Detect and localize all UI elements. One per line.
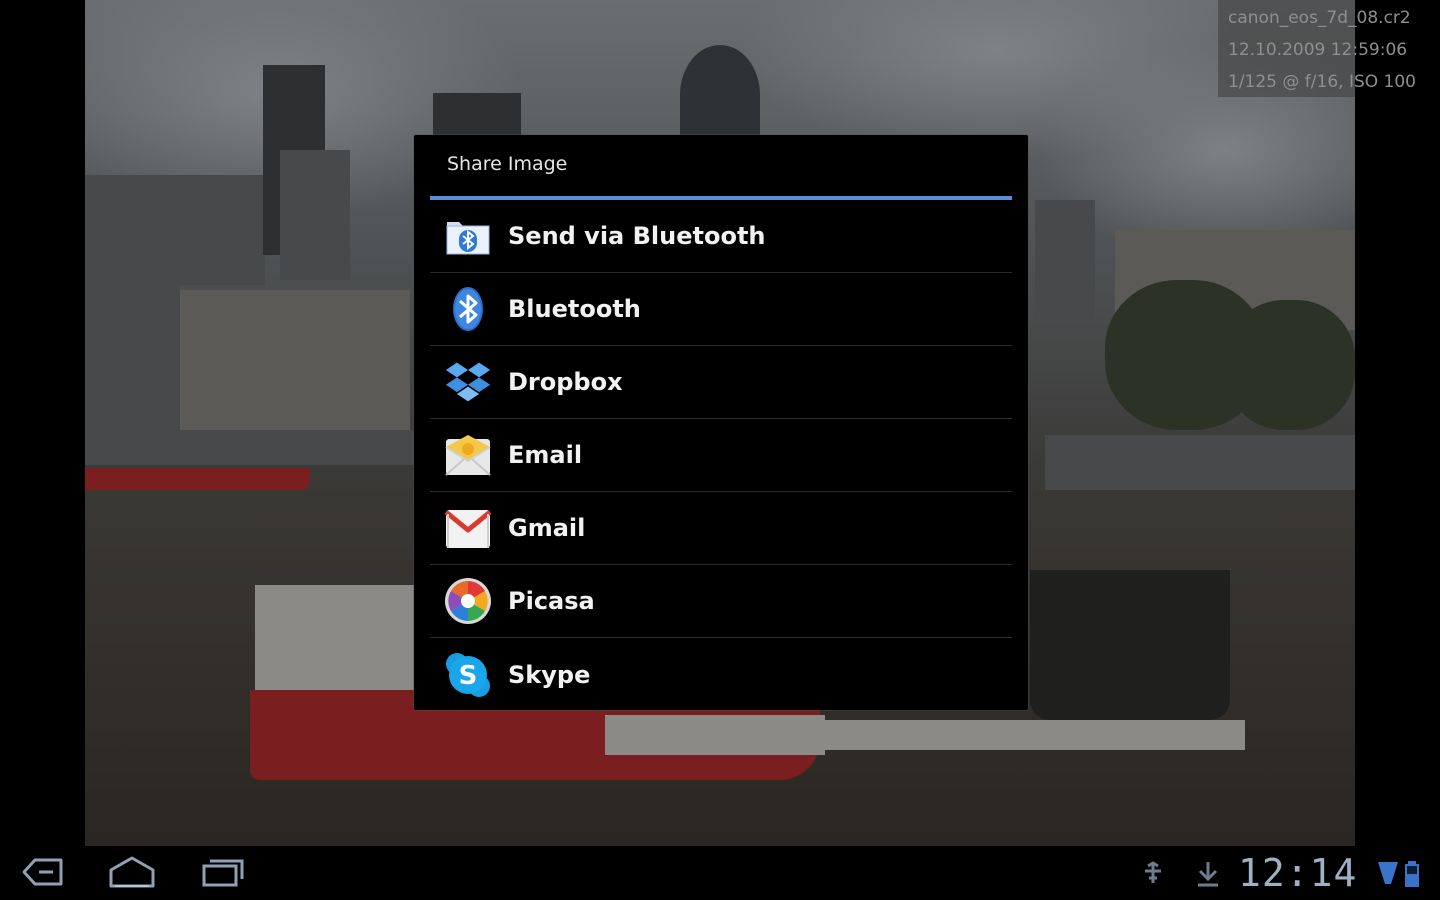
system-bar: 12:14	[0, 846, 1440, 900]
skype-icon: S	[444, 651, 492, 699]
download-icon	[1196, 860, 1220, 888]
share-item-label: Skype	[508, 660, 591, 689]
svg-text:S: S	[459, 661, 478, 691]
share-dialog: Share Image Send via Bluetooth Bluetooth…	[414, 135, 1028, 710]
share-item-picasa[interactable]: Picasa	[430, 565, 1012, 638]
wifi-icon	[1377, 860, 1399, 886]
usb-debug-icon	[1140, 860, 1166, 886]
share-item-send-via-bluetooth[interactable]: Send via Bluetooth	[430, 200, 1012, 273]
dropbox-icon	[444, 358, 492, 406]
home-icon	[107, 856, 157, 892]
share-target-list: Send via Bluetooth Bluetooth Dropbox Ema…	[430, 200, 1012, 711]
back-button[interactable]	[13, 854, 73, 894]
photo-exposure: 1/125 @ f/16, ISO 100	[1228, 72, 1416, 92]
recent-apps-icon	[198, 857, 246, 891]
photo-filename: canon_eos_7d_08.cr2	[1228, 8, 1411, 28]
battery-icon	[1404, 860, 1420, 888]
bluetooth-icon	[444, 285, 492, 333]
clock[interactable]: 12:14	[1238, 850, 1357, 896]
photo-info-overlay: canon_eos_7d_08.cr2 12.10.2009 12:59:06 …	[1218, 0, 1416, 97]
share-item-skype[interactable]: S Skype	[430, 638, 1012, 711]
back-icon	[21, 857, 65, 891]
bluetooth-file-icon	[444, 212, 492, 260]
screen: canon_eos_7d_08.cr2 12.10.2009 12:59:06 …	[0, 0, 1440, 900]
gmail-icon	[444, 504, 492, 552]
share-item-label: Picasa	[508, 587, 595, 615]
share-item-dropbox[interactable]: Dropbox	[430, 346, 1012, 419]
share-item-label: Bluetooth	[508, 295, 641, 323]
share-item-bluetooth[interactable]: Bluetooth	[430, 273, 1012, 346]
share-item-label: Gmail	[508, 514, 586, 542]
share-item-gmail[interactable]: Gmail	[430, 492, 1012, 565]
share-item-label: Send via Bluetooth	[508, 222, 766, 250]
picasa-icon	[444, 577, 492, 625]
recent-apps-button[interactable]	[192, 854, 252, 894]
share-item-label: Email	[508, 441, 583, 469]
dialog-title: Share Image	[447, 153, 568, 175]
share-item-email[interactable]: Email	[430, 419, 1012, 492]
photo-datetime: 12.10.2009 12:59:06	[1228, 40, 1408, 60]
email-icon	[444, 431, 492, 479]
home-button[interactable]	[102, 854, 162, 894]
share-item-label: Dropbox	[508, 368, 623, 396]
